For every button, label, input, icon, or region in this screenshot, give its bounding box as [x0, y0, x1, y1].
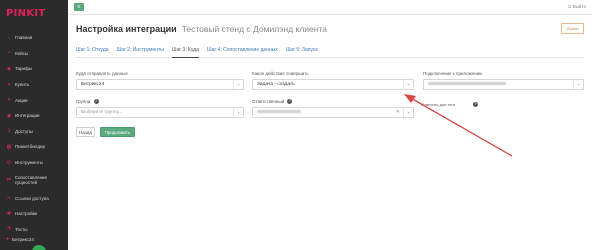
page-title: Настройка интеграции — [76, 24, 177, 34]
chevron-down-icon: ⌄ — [233, 80, 243, 89]
hamburger-icon: ≡ — [77, 4, 81, 10]
connection-value-redacted — [428, 82, 506, 86]
group-label-text: Группа — [76, 99, 91, 104]
sidebar-item-settings[interactable]: ✱ Настройки — [0, 206, 68, 222]
tab-step-4[interactable]: Шаг 4: Сопоставление данных — [207, 46, 278, 58]
key-icon: ⚷ — [7, 128, 11, 135]
tab-step-5[interactable]: Шаг 5: Запуск — [286, 46, 318, 58]
sidebar-item-label: Акции — [15, 97, 28, 103]
logout-label: Выйти — [572, 4, 586, 9]
sidebar-item-access[interactable]: ⚷ Доступы — [0, 124, 68, 140]
responsible-select[interactable]: ✕ ⌄ — [252, 107, 414, 118]
sidebar-item-label: Тарифы — [15, 66, 33, 72]
connection-label: Подключение к приложению — [423, 71, 483, 76]
help-icon[interactable]: ? — [93, 99, 99, 105]
destination-select[interactable]: Битрикс24 ⌄ — [76, 79, 244, 90]
responsible-label-text: Ответственный — [252, 99, 285, 104]
logout-icon: ⏻ — [567, 4, 572, 9]
sidebar-item-promos[interactable]: ✦ Акции — [0, 92, 68, 108]
sidebar-item-access-links[interactable]: ∞ Ссылки доступа — [0, 190, 68, 206]
menu-toggle-button[interactable]: ≡ — [74, 3, 84, 11]
chevron-down-icon: ⌄ — [403, 80, 413, 89]
connection-select[interactable]: ⌄ — [423, 79, 584, 90]
chevron-down-icon: ⌄ — [403, 108, 413, 117]
build-icon: ▦ — [6, 143, 12, 150]
chevron-down-icon: ⌄ — [233, 108, 243, 117]
logout-link[interactable]: ⏻ Выйти — [568, 4, 586, 9]
sidebar-item-tools[interactable]: ⚙ Инструменты — [0, 155, 68, 171]
sidebar-item-label: Интеграции — [15, 113, 40, 119]
extra-tags-option[interactable]: Повесить доп.теги ? — [421, 102, 479, 107]
sidebar-item-buy[interactable]: ▾ Купить — [0, 77, 68, 93]
sidebar-item-label: Сопоставление сущностей — [14, 174, 48, 186]
help-icon[interactable]: ? — [473, 102, 479, 107]
group-label: Группа ? — [76, 99, 99, 105]
action-label: Какое действие совершить — [252, 71, 309, 76]
sidebar-footer-label: Битрикс24 — [12, 236, 34, 242]
sidebar-item-label: Инструменты — [15, 160, 44, 166]
tab-step-1[interactable]: Шаг 1: Откуда — [76, 46, 109, 58]
sidebar-item-label: Доступы — [15, 128, 33, 134]
title-row: Настройка интеграции Тестовый стенд с До… — [76, 24, 327, 34]
sidebar-item-label: Тесты — [15, 226, 28, 232]
sidebar-item-label: Купить — [15, 82, 30, 88]
sidebar-item-builder[interactable]: ▦ Пинкетбилдер — [0, 139, 68, 155]
cart-icon: ▾ — [7, 81, 11, 88]
page-subtitle: Тестовый стенд с Домилэнд клиента — [181, 24, 327, 34]
back-button[interactable]: Назад — [76, 127, 95, 137]
action-value: Задача - создать — [257, 82, 295, 87]
bitrix-icon: ● — [6, 236, 10, 242]
logo[interactable]: PINKIT — [0, 0, 68, 26]
sidebar-item-tariffs[interactable]: ◆ Тарифы — [0, 61, 68, 77]
sidebar-item-label: Ссылки доступа — [15, 195, 49, 201]
plug-icon: ◉ — [6, 112, 12, 119]
briefcase-icon: ▪ — [8, 50, 10, 57]
sidebar-item-mapping[interactable]: ⇄ Сопоставление сущностей — [0, 170, 68, 190]
continue-button[interactable]: Продолжить — [100, 127, 135, 137]
tag-icon: ◆ — [7, 65, 11, 72]
sidebar: PINKIT ⌂ Главная ▪ Кейсы ◆ Тарифы ▾ Купить ✦… — [0, 0, 68, 250]
help-button[interactable]: Нужна — [561, 23, 584, 34]
destination-label: Куда отправлять данные — [76, 71, 128, 76]
sidebar-item-label: Настройки — [15, 211, 38, 217]
clear-icon[interactable]: ✕ — [396, 108, 400, 117]
chain-icon: ∞ — [7, 195, 11, 202]
sidebar-item-home[interactable]: ⌂ Главная — [0, 30, 68, 46]
flask-icon: ⚗ — [6, 226, 12, 233]
main-content: Настройка интеграции Тестовый стенд с До… — [68, 15, 592, 250]
sidebar-item-tests[interactable]: ⚗ Тесты — [0, 222, 68, 238]
responsible-label: Ответственный ? — [252, 99, 293, 105]
wrench-icon: ⚙ — [6, 159, 12, 166]
sidebar-item-label: Главная — [15, 35, 33, 41]
responsible-value-redacted — [257, 110, 301, 114]
sidebar-item-label: Пинкетбилдер — [15, 144, 46, 150]
sidebar-nav: ⌂ Главная ▪ Кейсы ◆ Тарифы ▾ Купить ✦ Акции ◉… — [0, 30, 68, 237]
chevron-down-icon: ⌄ — [573, 80, 583, 89]
group-placeholder: Выберите группу... — [81, 110, 123, 115]
tab-step-2[interactable]: Шаг 2: Инструменты — [117, 46, 164, 58]
gear-icon: ✱ — [6, 210, 12, 217]
destination-value: Битрикс24 — [81, 82, 105, 87]
sidebar-item-cases[interactable]: ▪ Кейсы — [0, 46, 68, 62]
chat-widget-icon[interactable] — [32, 245, 46, 250]
step-tabs: Шаг 1: Откуда Шаг 2: Инструменты Шаг 3: … — [76, 46, 584, 58]
group-select[interactable]: Выберите группу... ⌄ — [76, 107, 244, 118]
topbar: ≡ ⏻ Выйти — [68, 0, 592, 15]
sidebar-item-label: Кейсы — [15, 50, 29, 56]
help-icon[interactable]: ? — [287, 99, 293, 105]
logo-text: PINKIT — [6, 7, 46, 19]
link-icon: ⇄ — [6, 177, 11, 184]
action-select[interactable]: Задача - создать ⌄ — [252, 79, 414, 90]
tab-step-3[interactable]: Шаг 3: Куда — [171, 46, 199, 58]
sidebar-item-integrations[interactable]: ◉ Интеграции — [0, 108, 68, 124]
extra-tags-label: Повесить доп.теги — [421, 102, 456, 107]
home-icon: ⌂ — [7, 34, 11, 41]
gift-icon: ✦ — [6, 97, 12, 104]
sidebar-footer-bitrix[interactable]: ● Битрикс24 — [6, 236, 34, 242]
